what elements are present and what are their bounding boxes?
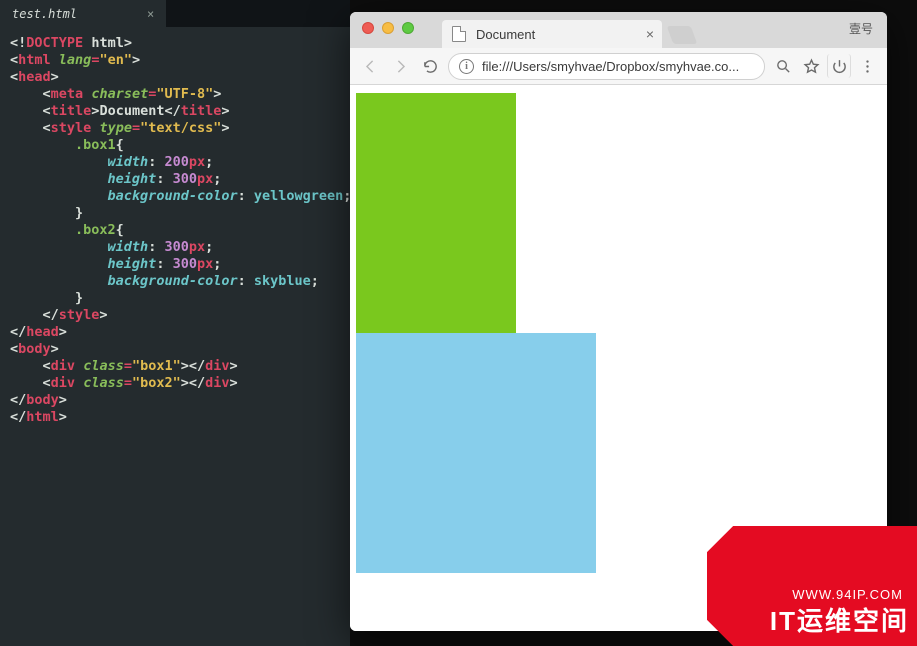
token-str: text/css	[148, 120, 213, 136]
reload-icon	[422, 58, 439, 75]
box1	[356, 93, 516, 333]
token-tag: html	[26, 409, 59, 425]
token-color: yellowgreen	[254, 188, 343, 204]
code-editor-pane: test.html × <!DOCTYPE html> <html lang="…	[0, 0, 350, 646]
browser-tab-title: Document	[476, 27, 535, 42]
token-str: box2	[140, 375, 173, 391]
power-icon	[831, 58, 848, 75]
token-selector: .box1	[75, 137, 116, 153]
token-str: box1	[140, 358, 173, 374]
token-tag: body	[18, 341, 51, 357]
forward-button[interactable]	[388, 54, 412, 78]
token-tag: meta	[51, 86, 84, 102]
token-str: UTF-8	[165, 86, 206, 102]
token-attr: class	[83, 375, 124, 391]
editor-tab-label: test.html	[12, 7, 77, 21]
token-prop: background-color	[108, 188, 238, 204]
back-button[interactable]	[358, 54, 382, 78]
code-area[interactable]: <!DOCTYPE html> <html lang="en"> <head> …	[0, 27, 350, 426]
page-icon	[452, 26, 466, 42]
box2	[356, 333, 596, 573]
token-html: html	[91, 35, 124, 51]
token-prop: width	[108, 154, 149, 170]
ime-indicator: 壹号	[849, 20, 873, 37]
token-selector: .box2	[75, 222, 116, 238]
token-unit: px	[189, 154, 205, 170]
token-prop: height	[108, 256, 157, 272]
magnifier-icon	[775, 58, 792, 75]
browser-tab[interactable]: Document ×	[442, 20, 662, 48]
close-window-icon[interactable]	[362, 22, 374, 34]
arrow-left-icon	[362, 58, 379, 75]
token-prop: width	[108, 239, 149, 255]
token-tag: head	[26, 324, 59, 340]
token-tag: title	[181, 103, 222, 119]
reload-button[interactable]	[418, 54, 442, 78]
close-tab-icon[interactable]: ×	[646, 26, 654, 42]
token-tag: div	[51, 358, 75, 374]
browser-title-bar: Document × 壹号	[350, 12, 887, 48]
token-color: skyblue	[254, 273, 311, 289]
token-num: 300	[164, 239, 188, 255]
token-num: 300	[173, 171, 197, 187]
power-button[interactable]	[827, 54, 851, 78]
token-tag: div	[205, 375, 229, 391]
menu-button[interactable]	[855, 54, 879, 78]
window-controls	[362, 22, 414, 34]
token-prop: height	[108, 171, 157, 187]
token-num: 200	[164, 154, 188, 170]
token-tag: body	[26, 392, 59, 408]
address-bar[interactable]: i file:///Users/smyhvae/Dropbox/smyhvae.…	[448, 53, 765, 80]
token-tag: style	[51, 120, 92, 136]
token-num: 300	[173, 256, 197, 272]
token-unit: px	[197, 256, 213, 272]
minimize-window-icon[interactable]	[382, 22, 394, 34]
toolbar-right	[771, 54, 879, 78]
token-tag: div	[205, 358, 229, 374]
token-prop: background-color	[108, 273, 238, 289]
maximize-window-icon[interactable]	[402, 22, 414, 34]
bookmark-button[interactable]	[799, 54, 823, 78]
token-tag: head	[18, 69, 51, 85]
editor-tab-test-html[interactable]: test.html ×	[0, 0, 166, 27]
token-doctype: DOCTYPE	[26, 35, 83, 51]
token-tag: html	[18, 52, 51, 68]
token-attr: charset	[91, 86, 148, 102]
token-tag: div	[51, 375, 75, 391]
token-attr: class	[83, 358, 124, 374]
kebab-icon	[859, 58, 876, 75]
token-unit: px	[197, 171, 213, 187]
token-tag: title	[51, 103, 92, 119]
star-icon	[803, 58, 820, 75]
url-text: file:///Users/smyhvae/Dropbox/smyhvae.co…	[482, 59, 739, 74]
site-info-icon[interactable]: i	[459, 59, 474, 74]
editor-tab-bar: test.html ×	[0, 0, 350, 27]
token-text: Document	[99, 103, 164, 119]
token-attr: lang	[59, 52, 92, 68]
token-attr: type	[99, 120, 132, 136]
close-icon[interactable]: ×	[147, 7, 154, 21]
browser-window: Document × 壹号 i file:///Users/smyhvae/Dr…	[350, 12, 887, 631]
arrow-right-icon	[392, 58, 409, 75]
token-unit: px	[189, 239, 205, 255]
token-tag: style	[59, 307, 100, 323]
new-tab-button[interactable]	[667, 26, 698, 44]
page-viewport	[350, 85, 887, 631]
zoom-button[interactable]	[771, 54, 795, 78]
token-str: en	[108, 52, 124, 68]
browser-toolbar: i file:///Users/smyhvae/Dropbox/smyhvae.…	[350, 48, 887, 85]
